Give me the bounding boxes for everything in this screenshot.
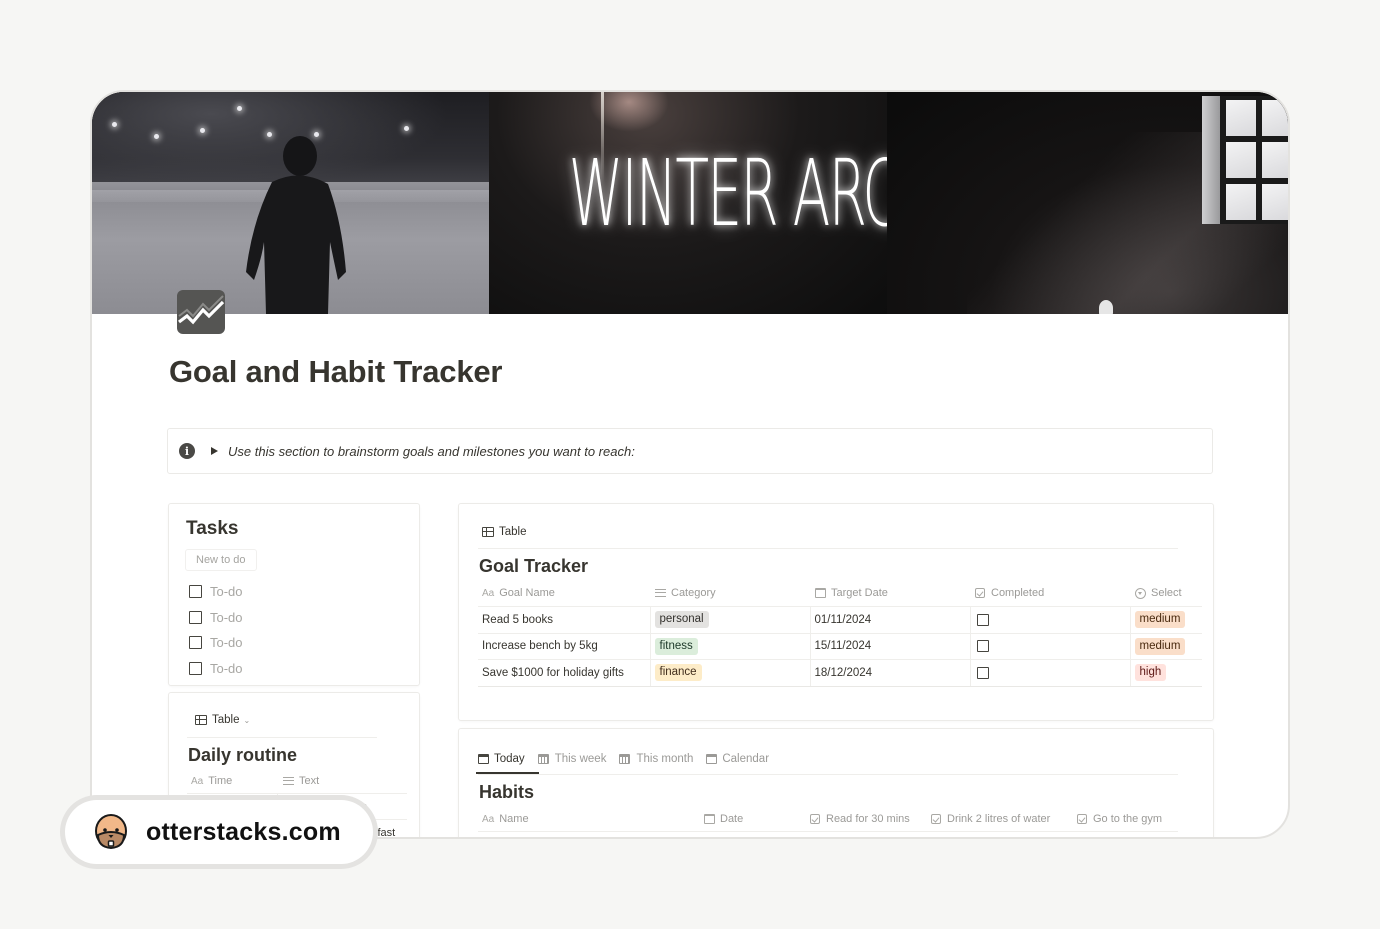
- info-icon: i: [179, 443, 195, 459]
- daily-routine-title[interactable]: Daily routine: [188, 745, 297, 766]
- view-label: Table: [212, 714, 240, 726]
- tab-this-week[interactable]: This week: [537, 749, 606, 769]
- todo-label[interactable]: To-do: [210, 635, 243, 650]
- todo-checkbox[interactable]: [189, 662, 202, 676]
- text-aa-icon: Aa: [191, 775, 204, 787]
- brainstorm-callout: i Use this section to brainstorm goals a…: [167, 428, 1213, 474]
- select-tag: medium: [1134, 637, 1186, 655]
- column-header-completed[interactable]: Completed: [975, 587, 1044, 599]
- table-row[interactable]: Increase bench by 5kg fitness 15/11/2024…: [478, 632, 1202, 660]
- text-aa-icon: Aa: [482, 587, 495, 599]
- calendar-icon: [815, 588, 826, 598]
- goal-table: Read 5 books personal 01/11/2024 medium …: [478, 606, 1202, 687]
- checkbox-icon: [1077, 814, 1087, 824]
- column-header-gym[interactable]: Go to the gym: [1077, 813, 1162, 825]
- completed-checkbox[interactable]: [976, 640, 989, 653]
- column-header-category[interactable]: Category: [655, 587, 716, 599]
- column-header-water[interactable]: Drink 2 litres of water: [931, 813, 1050, 825]
- completed-checkbox[interactable]: [976, 613, 989, 626]
- cover-image[interactable]: WINTER ARC: [92, 92, 1288, 314]
- badge-text: otterstacks.com: [146, 817, 341, 846]
- completed-checkbox[interactable]: [976, 666, 989, 679]
- notion-page-frame: WINTER ARC Goal and Habit Tracker i Use …: [90, 90, 1290, 839]
- column-header-date[interactable]: Date: [704, 813, 743, 825]
- chart-line-icon[interactable]: [177, 290, 225, 334]
- column-header-read[interactable]: Read for 30 mins: [810, 813, 910, 825]
- todo-checkbox[interactable]: [189, 585, 202, 599]
- goal-view-tab[interactable]: Table: [482, 526, 527, 538]
- checkbox-icon: [975, 588, 985, 598]
- callout-text[interactable]: Use this section to brainstorm goals and…: [228, 444, 635, 459]
- select-tag: high: [1134, 664, 1167, 682]
- column-header-goal-name[interactable]: Aa Goal Name: [482, 587, 555, 599]
- tab-calendar[interactable]: Calendar: [706, 749, 769, 769]
- calendar-icon: [478, 754, 489, 764]
- otterstacks-badge[interactable]: otterstacks.com: [60, 795, 378, 869]
- table-icon: [482, 527, 494, 537]
- todo-checkbox[interactable]: [189, 610, 202, 624]
- checkbox-icon: [931, 814, 941, 824]
- view-label: Table: [499, 526, 527, 538]
- todo-item: To-do: [189, 630, 243, 656]
- todo-label[interactable]: To-do: [210, 584, 243, 599]
- calendar-icon: [704, 814, 715, 824]
- text-aa-icon: Aa: [482, 813, 495, 825]
- goal-tracker-title[interactable]: Goal Tracker: [479, 556, 588, 577]
- calendar-icon: [706, 754, 718, 764]
- category-tag: fitness: [654, 637, 698, 655]
- cover-panel-snow-street: [92, 92, 489, 314]
- goal-name-cell[interactable]: Save $1000 for holiday gifts: [478, 659, 651, 687]
- target-date-cell[interactable]: 15/11/2024: [810, 632, 971, 660]
- goal-name-cell[interactable]: Read 5 books: [478, 606, 651, 633]
- todo-item: To-do: [189, 579, 243, 605]
- calendar-week-icon: [537, 754, 549, 764]
- column-header-target-date[interactable]: Target Date: [815, 587, 888, 599]
- checkbox-icon: [810, 814, 820, 824]
- todo-label[interactable]: To-do: [210, 661, 243, 676]
- list-icon: [655, 589, 666, 597]
- habits-title[interactable]: Habits: [479, 782, 534, 803]
- cover-title-text: WINTER ARC: [568, 140, 887, 247]
- tasks-card: Tasks New to do To-do To-do To-do To-do: [168, 503, 420, 686]
- window-graphic: [1202, 96, 1288, 224]
- walking-person-silhouette: [246, 136, 346, 314]
- column-header-select[interactable]: Select: [1135, 587, 1182, 599]
- target-date-cell[interactable]: 18/12/2024: [810, 659, 971, 687]
- calendar-month-icon: [619, 754, 631, 764]
- habits-card: Today This week This month Calendar Habi…: [458, 728, 1214, 837]
- tab-today[interactable]: Today: [478, 749, 525, 769]
- new-todo-button[interactable]: New to do: [185, 549, 257, 571]
- todo-item: To-do: [189, 605, 243, 631]
- table-icon: [195, 715, 207, 725]
- target-date-cell[interactable]: 01/11/2024: [810, 606, 971, 633]
- page-title[interactable]: Goal and Habit Tracker: [169, 354, 502, 390]
- cover-panel-title: WINTER ARC: [489, 92, 887, 314]
- select-tag: medium: [1134, 611, 1186, 629]
- todo-item: To-do: [189, 656, 243, 682]
- chevron-down-icon: ⌄: [243, 715, 251, 725]
- category-tag: finance: [654, 664, 702, 682]
- column-header-text[interactable]: Text: [283, 775, 319, 787]
- column-header-time[interactable]: Aa Time: [191, 775, 232, 787]
- column-header-name[interactable]: Aa Name: [482, 813, 529, 825]
- select-icon: [1135, 587, 1146, 599]
- todo-list: To-do To-do To-do To-do: [189, 579, 243, 681]
- habit-view-tabs: Today This week This month Calendar: [478, 749, 782, 769]
- cover-panel-window: [887, 92, 1288, 314]
- tasks-title: Tasks: [186, 518, 239, 539]
- goal-tracker-card: Table Goal Tracker Aa Goal Name Category…: [458, 503, 1214, 721]
- goal-name-cell[interactable]: Increase bench by 5kg: [478, 632, 651, 660]
- category-tag: personal: [654, 611, 709, 629]
- otter-icon: [95, 814, 127, 850]
- todo-label[interactable]: To-do: [210, 610, 243, 625]
- triangle-right-icon[interactable]: [211, 447, 218, 455]
- table-row[interactable]: Read 5 books personal 01/11/2024 medium: [478, 606, 1202, 633]
- text-lines-icon: [283, 777, 294, 785]
- table-row[interactable]: Save $1000 for holiday gifts finance 18/…: [478, 659, 1202, 687]
- daily-view-tab[interactable]: Table ⌄: [195, 714, 250, 726]
- tab-this-month[interactable]: This month: [619, 749, 693, 769]
- todo-checkbox[interactable]: [189, 636, 202, 650]
